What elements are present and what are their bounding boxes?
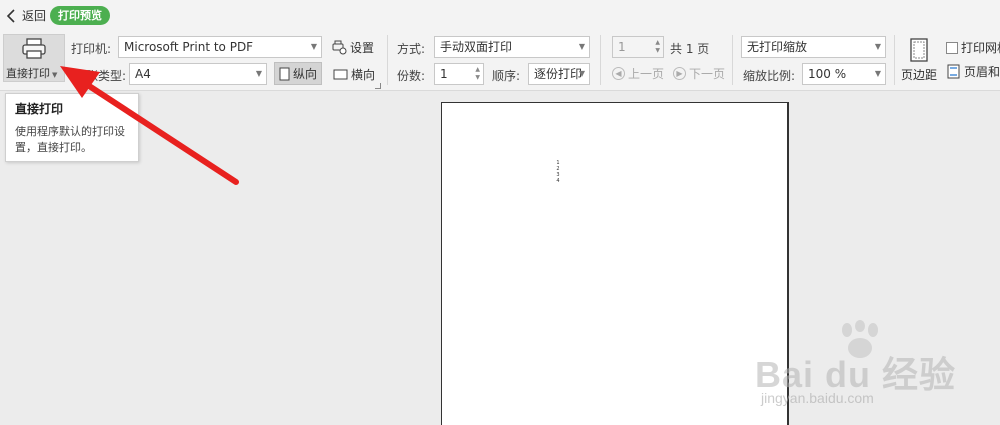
portrait-page-icon xyxy=(279,67,290,80)
header-footer-icon xyxy=(947,64,960,79)
dropdown-arrow-icon: ▼ xyxy=(310,42,317,51)
page-number-stepper[interactable]: 1 ▲ ▼ xyxy=(612,36,664,58)
page-preview xyxy=(441,102,789,425)
divider xyxy=(600,35,601,85)
portrait-button[interactable]: 纵向 xyxy=(274,62,322,85)
copies-label: 份数: xyxy=(397,69,426,83)
copies-stepper[interactable]: 1 ▲ ▼ xyxy=(434,63,484,85)
direct-print-tooltip: 直接打印 使用程序默认的打印设 置，直接打印。 xyxy=(5,93,139,162)
settings-label: 设置 xyxy=(350,41,375,55)
paper-type-select[interactable]: A4 ▼ xyxy=(129,63,267,85)
arrow-left-icon: ◀ xyxy=(612,67,625,80)
order-label: 顺序: xyxy=(492,69,521,83)
print-grid-label: 打印网格 xyxy=(961,41,1000,55)
tooltip-desc-line: 使用程序默认的打印设 xyxy=(15,125,125,138)
header-footer-button[interactable]: 页眉和页脚 xyxy=(946,63,1000,80)
order-value: 逐份打印 xyxy=(534,67,583,81)
zoom-value: 100 % xyxy=(808,67,847,81)
margins-button[interactable]: 页边距 xyxy=(901,36,937,84)
direct-print-button[interactable]: 直接打印 ▼ xyxy=(3,34,65,82)
scale-mode-value: 无打印缩放 xyxy=(747,40,808,54)
back-label: 返回 xyxy=(22,9,47,23)
cell-value: 4 xyxy=(556,178,560,184)
settings-button[interactable]: 设置 xyxy=(332,39,374,56)
tooltip-desc-line: 置，直接打印。 xyxy=(15,141,92,154)
copies-value: 1 xyxy=(440,67,448,81)
divider xyxy=(732,35,733,85)
divider xyxy=(387,35,388,85)
dropdown-arrow-icon: ▼ xyxy=(578,42,585,51)
baidu-watermark: Bai du 经验 jingyan.baidu.com xyxy=(755,320,975,410)
divider xyxy=(894,35,895,85)
caret-down-icon: ▼ xyxy=(52,71,58,79)
landscape-page-icon xyxy=(333,69,348,80)
dropdown-arrow-icon: ▼ xyxy=(578,69,585,78)
next-page-button[interactable]: ▶ 下一页 xyxy=(673,65,725,82)
print-preview-badge: 打印预览 xyxy=(50,6,110,25)
mode-label: 方式: xyxy=(397,42,426,56)
document-content: 1 2 3 4 xyxy=(555,160,561,184)
print-ribbon: 直接打印 ▼ 打印机: Microsoft Print to PDF ▼ 设置 张… xyxy=(0,31,1000,91)
total-pages-label: 共 1 页 xyxy=(670,42,710,56)
checkbox-icon xyxy=(946,41,958,54)
print-mode-select[interactable]: 手动双面打印 ▼ xyxy=(434,36,590,58)
direct-print-label: 直接打印 xyxy=(6,67,50,80)
zoom-label: 缩放比例: xyxy=(743,69,796,83)
dropdown-arrow-icon: ▼ xyxy=(874,69,881,78)
arrow-right-icon: ▶ xyxy=(673,67,686,80)
chevron-left-icon xyxy=(6,8,15,23)
printer-settings-icon xyxy=(332,40,347,55)
paper-value: A4 xyxy=(135,67,151,81)
mode-value: 手动双面打印 xyxy=(440,40,513,54)
printer-value: Microsoft Print to PDF xyxy=(124,40,254,54)
tooltip-title: 直接打印 xyxy=(15,102,64,116)
back-button[interactable]: 返回 xyxy=(6,7,46,24)
header-footer-label: 页眉和页脚 xyxy=(964,65,1000,79)
print-grid-checkbox[interactable]: 打印网格 xyxy=(946,39,1000,56)
dropdown-arrow-icon: ▼ xyxy=(255,69,262,78)
page-number-value: 1 xyxy=(618,40,626,54)
paper-type-label: 张类型: xyxy=(86,69,127,83)
print-order-select[interactable]: 逐份打印 ▼ xyxy=(528,63,590,85)
next-page-label: 下一页 xyxy=(689,67,726,81)
spin-arrows-icon[interactable]: ▲ ▼ xyxy=(475,66,480,82)
prev-page-label: 上一页 xyxy=(628,67,665,81)
top-bar: 返回 打印预览 xyxy=(0,0,1000,31)
watermark-url: jingyan.baidu.com xyxy=(761,390,874,406)
printer-icon xyxy=(4,35,64,62)
tooltip-description: 使用程序默认的打印设 置，直接打印。 xyxy=(15,124,129,156)
printer-select[interactable]: Microsoft Print to PDF ▼ xyxy=(118,36,322,58)
margins-icon xyxy=(910,38,928,62)
portrait-label: 纵向 xyxy=(292,67,317,81)
spin-arrows-icon: ▲ ▼ xyxy=(655,39,660,54)
dialog-launcher-icon[interactable] xyxy=(375,83,381,89)
landscape-label: 横向 xyxy=(351,68,376,82)
landscape-button[interactable]: 横向 xyxy=(333,66,375,83)
printer-label: 打印机: xyxy=(71,42,112,56)
zoom-select[interactable]: 100 % ▼ xyxy=(802,63,886,85)
prev-page-button[interactable]: ◀ 上一页 xyxy=(612,65,664,82)
dropdown-arrow-icon: ▼ xyxy=(874,42,881,51)
scale-mode-select[interactable]: 无打印缩放 ▼ xyxy=(741,36,886,58)
margins-label: 页边距 xyxy=(901,68,938,82)
